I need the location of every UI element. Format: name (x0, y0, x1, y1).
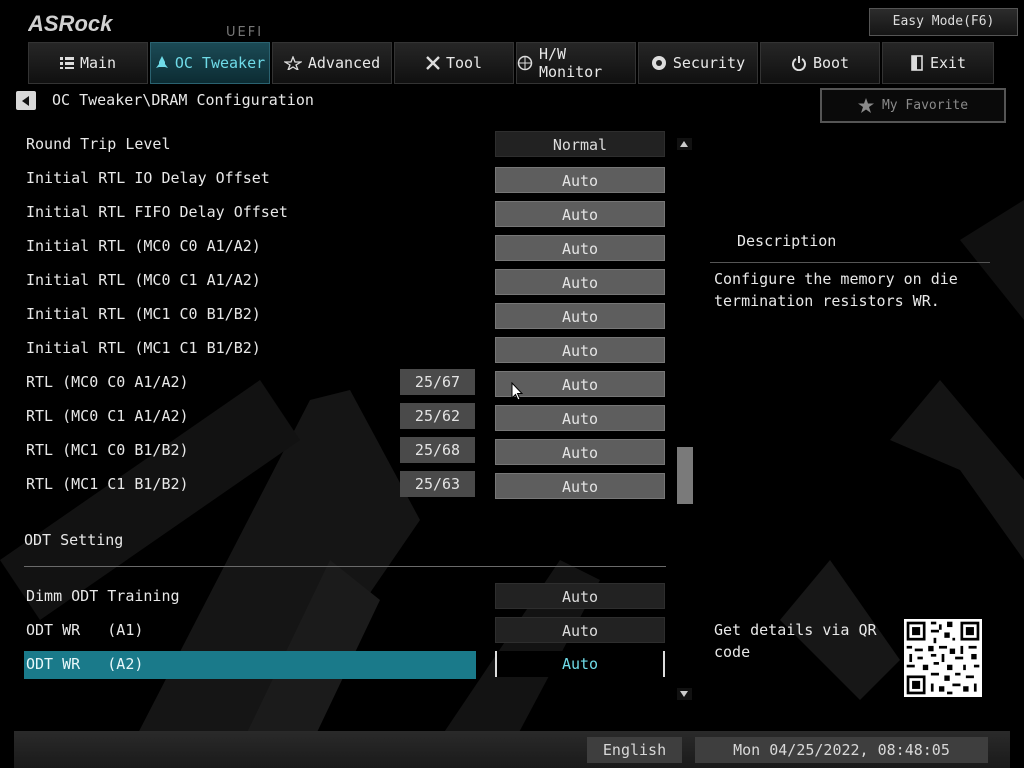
setting-label: RTL (MC0 C1 A1/A2) (26, 407, 189, 425)
language-button[interactable]: English (587, 737, 682, 763)
tab-advanced[interactable]: Advanced (272, 42, 392, 84)
setting-value-dropdown-selected[interactable]: Auto (495, 651, 665, 677)
setting-label: Initial RTL IO Delay Offset (26, 169, 270, 187)
asrock-logo: ASRock (28, 11, 114, 36)
tab-label: Advanced (307, 54, 381, 72)
setting-label: Round Trip Level (26, 135, 171, 153)
tab-label: Security (672, 54, 746, 72)
setting-value-field[interactable]: Auto (495, 337, 665, 363)
section-divider (24, 566, 666, 567)
setting-label: RTL (MC1 C1 B1/B2) (26, 475, 189, 493)
description-title: Description (737, 232, 837, 250)
back-button[interactable] (16, 91, 36, 110)
setting-label: RTL (MC1 C0 B1/B2) (26, 441, 189, 459)
star-icon (857, 98, 874, 113)
scrollbar-track[interactable] (676, 152, 694, 686)
description-divider (710, 262, 990, 263)
list-icon (59, 57, 74, 69)
setting-value-field[interactable]: Auto (495, 439, 665, 465)
setting-label: Initial RTL (MC0 C1 A1/A2) (26, 271, 261, 289)
rocket-icon (155, 56, 168, 68)
tab-label: OC Tweaker (174, 54, 266, 72)
main-tab-bar: Main OC Tweaker Advanced Tool H/W Monito… (28, 42, 994, 84)
setting-label: Initial RTL (MC1 C0 B1/B2) (26, 305, 261, 323)
setting-label-selected: ODT WR (A2) (26, 655, 144, 673)
tab-label: Main (79, 54, 117, 72)
setting-label: Initial RTL (MC0 C0 A1/A2) (26, 237, 261, 255)
qr-code-image (904, 619, 982, 697)
description-text: Configure the memory on die termination … (714, 270, 958, 310)
setting-value-field[interactable]: Auto (495, 303, 665, 329)
setting-label: ODT WR (A1) (26, 621, 144, 639)
setting-label: Initial RTL FIFO Delay Offset (26, 203, 288, 221)
qr-hint: Get details via QR code (714, 621, 877, 661)
setting-value-dropdown[interactable]: Auto (495, 617, 665, 643)
current-value-badge: 25/63 (400, 471, 475, 497)
tools-icon (426, 56, 440, 70)
setting-label: Dimm ODT Training (26, 587, 180, 605)
setting-value-field[interactable]: Auto (495, 201, 665, 227)
power-icon (791, 56, 806, 71)
logo-text: ASRock (28, 11, 114, 36)
scrollbar-thumb[interactable] (677, 447, 693, 504)
setting-value-field[interactable]: Auto (495, 167, 665, 193)
setting-value-dropdown[interactable]: Normal (495, 131, 665, 157)
shield-icon (651, 56, 666, 70)
my-favorite-button[interactable]: My Favorite (820, 88, 1006, 123)
tab-exit[interactable]: Exit (882, 42, 994, 84)
section-heading: ODT Setting (24, 531, 124, 549)
tab-label: Exit (929, 54, 967, 72)
current-value-badge: 25/67 (400, 369, 475, 395)
setting-value-dropdown[interactable]: Auto (495, 583, 665, 609)
tab-label: Boot (812, 54, 850, 72)
scroll-down-arrow[interactable] (677, 688, 692, 700)
favorite-label: My Favorite (881, 98, 969, 113)
tab-oc-tweaker[interactable]: OC Tweaker (150, 42, 270, 84)
setting-value-field[interactable]: Auto (495, 235, 665, 261)
tab-label: H/W Monitor (539, 45, 603, 81)
setting-label: RTL (MC0 C0 A1/A2) (26, 373, 189, 391)
setting-label: Initial RTL (MC1 C1 B1/B2) (26, 339, 261, 357)
mouse-cursor-icon (511, 382, 523, 401)
setting-value-field[interactable]: Auto (495, 405, 665, 431)
tab-main[interactable]: Main (28, 42, 148, 84)
current-value-badge: 25/62 (400, 403, 475, 429)
tab-hw-monitor[interactable]: H/W Monitor (516, 42, 636, 84)
uefi-label: UEFI (226, 25, 264, 40)
tab-security[interactable]: Security (638, 42, 758, 84)
tab-tool[interactable]: Tool (394, 42, 514, 84)
scroll-up-arrow[interactable] (677, 138, 692, 150)
exit-icon (911, 55, 923, 71)
breadcrumb: OC Tweaker\DRAM Configuration (52, 91, 314, 109)
tab-boot[interactable]: Boot (760, 42, 880, 84)
current-value-badge: 25/68 (400, 437, 475, 463)
setting-value-field[interactable]: Auto (495, 473, 665, 499)
star-icon (283, 56, 302, 70)
tab-label: Tool (445, 54, 483, 72)
datetime-display: Mon 04/25/2022, 08:48:05 (695, 737, 988, 763)
easy-mode-button[interactable]: Easy Mode(F6) (869, 8, 1018, 36)
monitor-icon (517, 55, 533, 71)
setting-value-field[interactable]: Auto (495, 269, 665, 295)
